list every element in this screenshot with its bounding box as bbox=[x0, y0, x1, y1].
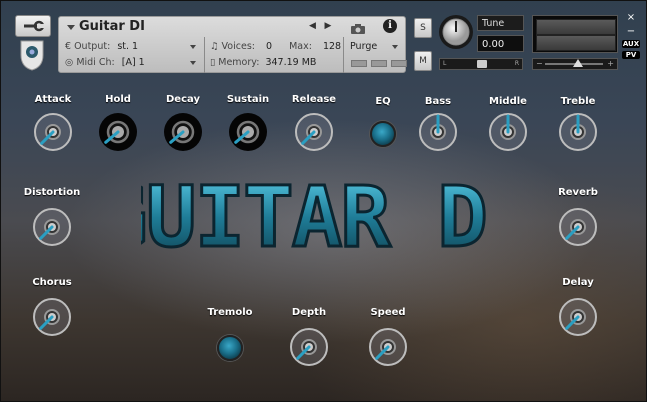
vol-minus-label: − bbox=[536, 59, 543, 68]
speed-label: Speed bbox=[370, 307, 406, 318]
instrument-info-panel: Guitar DI ◀ ▶ i € Output: st. 1 ◎ Midi C… bbox=[58, 16, 407, 73]
solo-button[interactable]: S bbox=[414, 18, 432, 38]
voices-label: Voices: bbox=[221, 41, 255, 52]
voices-value: 0 bbox=[266, 41, 273, 52]
output-value: st. 1 bbox=[117, 41, 139, 52]
purge-dropdown[interactable]: Purge bbox=[350, 41, 377, 52]
pan-right-label: R bbox=[514, 60, 519, 67]
divider bbox=[343, 37, 344, 73]
purge-indicator bbox=[351, 59, 411, 70]
release-knob[interactable] bbox=[294, 112, 334, 152]
dropdown-arrow-icon[interactable] bbox=[190, 61, 196, 65]
chorus-knob[interactable] bbox=[32, 297, 72, 337]
distortion-knob[interactable] bbox=[32, 207, 72, 247]
pan-slider[interactable]: L R bbox=[439, 58, 523, 70]
tune-value[interactable]: 0.00 bbox=[477, 35, 524, 52]
meter-left bbox=[536, 19, 616, 35]
delay-label: Delay bbox=[562, 277, 594, 288]
distortion-label: Distortion bbox=[23, 187, 81, 198]
camera-icon[interactable] bbox=[350, 20, 366, 34]
plugin-window: Guitar DI ◀ ▶ i € Output: st. 1 ◎ Midi C… bbox=[0, 0, 647, 402]
minimize-button[interactable]: − bbox=[622, 26, 640, 37]
eq-toggle-button[interactable] bbox=[370, 121, 396, 147]
release-label: Release bbox=[291, 94, 337, 105]
midi-value: [A] 1 bbox=[121, 57, 145, 68]
close-button[interactable]: × bbox=[622, 12, 640, 23]
sustain-knob[interactable] bbox=[228, 112, 268, 152]
dropdown-arrow-icon[interactable] bbox=[392, 45, 398, 49]
max-voices-value[interactable]: 128 bbox=[323, 41, 341, 52]
midi-row[interactable]: ◎ Midi Ch: [A] 1 bbox=[65, 57, 145, 68]
aux-button[interactable]: AUX bbox=[622, 40, 640, 48]
midi-label: Midi Ch: bbox=[76, 57, 115, 68]
pan-handle[interactable] bbox=[477, 60, 487, 68]
decay-knob[interactable] bbox=[163, 112, 203, 152]
reverb-label: Reverb bbox=[558, 187, 598, 198]
depth-knob[interactable] bbox=[289, 327, 329, 367]
collapse-arrow-icon[interactable] bbox=[67, 25, 75, 30]
max-label: Max: bbox=[289, 41, 312, 52]
voices-row: ♫ Voices: 0 Max: 128 bbox=[210, 41, 341, 52]
level-meters bbox=[532, 15, 618, 53]
tremolo-toggle-button[interactable] bbox=[217, 335, 243, 361]
instrument-header: Guitar DI ◀ ▶ i € Output: st. 1 ◎ Midi C… bbox=[1, 1, 646, 79]
memory-row: ▯ Memory: 347.19 MB bbox=[210, 57, 316, 68]
tune-knob[interactable] bbox=[438, 14, 474, 50]
vol-plus-label: + bbox=[607, 59, 614, 68]
midi-icon: ◎ bbox=[65, 57, 77, 68]
treble-knob[interactable] bbox=[558, 112, 598, 152]
instrument-title[interactable]: Guitar DI bbox=[79, 19, 145, 34]
output-label: Output: bbox=[74, 41, 111, 52]
instrument-logo-icon bbox=[19, 39, 45, 71]
dropdown-arrow-icon[interactable] bbox=[190, 45, 196, 49]
treble-label: Treble bbox=[560, 96, 596, 107]
bass-knob[interactable] bbox=[418, 112, 458, 152]
divider bbox=[204, 37, 205, 73]
tremolo-label: Tremolo bbox=[207, 307, 253, 318]
bass-label: Bass bbox=[424, 96, 452, 107]
window-controls: × − AUX PV bbox=[622, 12, 640, 68]
output-icon: € bbox=[65, 41, 75, 52]
voices-icon: ♫ bbox=[210, 41, 222, 52]
pv-button[interactable]: PV bbox=[622, 51, 640, 59]
prev-next-arrows-icon[interactable]: ◀ ▶ bbox=[309, 21, 331, 31]
middle-label: Middle bbox=[489, 96, 527, 107]
pan-left-label: L bbox=[443, 60, 447, 67]
volume-slider[interactable]: − + bbox=[532, 58, 618, 70]
speed-knob[interactable] bbox=[368, 327, 408, 367]
tune-label: Tune bbox=[477, 15, 524, 31]
info-icon[interactable]: i bbox=[383, 19, 397, 33]
delay-knob[interactable] bbox=[558, 297, 598, 337]
chorus-label: Chorus bbox=[32, 277, 72, 288]
reverb-knob[interactable] bbox=[558, 207, 598, 247]
mute-button[interactable]: M bbox=[414, 51, 432, 71]
center-title-logo: GUITAR DI bbox=[141, 171, 491, 261]
hold-knob[interactable] bbox=[98, 112, 138, 152]
middle-knob[interactable] bbox=[488, 112, 528, 152]
depth-label: Depth bbox=[291, 307, 327, 318]
memory-icon: ▯ bbox=[210, 57, 219, 68]
wrench-icon[interactable] bbox=[15, 15, 51, 37]
purge-label: Purge bbox=[350, 41, 378, 52]
meter-right bbox=[536, 35, 616, 51]
memory-label: Memory: bbox=[218, 57, 260, 68]
center-title-text: GUITAR DI bbox=[141, 171, 491, 261]
output-row[interactable]: € Output: st. 1 bbox=[65, 41, 138, 52]
memory-value: 347.19 MB bbox=[265, 57, 317, 68]
attack-knob[interactable] bbox=[33, 112, 73, 152]
vol-handle[interactable] bbox=[573, 59, 583, 67]
